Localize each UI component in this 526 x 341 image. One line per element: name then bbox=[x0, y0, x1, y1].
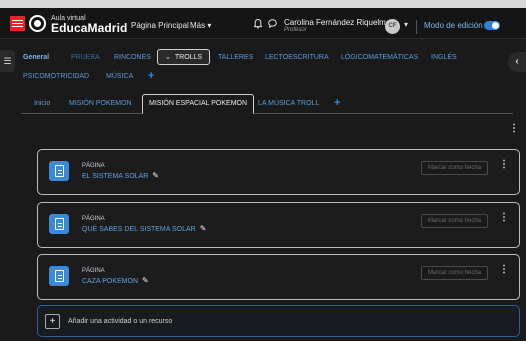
user-name[interactable]: Carolina Fernández Riquelme bbox=[284, 18, 390, 27]
page-icon[interactable] bbox=[49, 214, 69, 234]
tab-trolls[interactable]: ⌄ TROLLS bbox=[157, 49, 211, 65]
activity-title[interactable]: QUÉ SABES DEL SISTEMA SOLAR bbox=[82, 226, 196, 233]
user-role: Profesor bbox=[284, 27, 307, 33]
add-section-tab-button[interactable]: + bbox=[148, 70, 154, 82]
activity-kebab-icon[interactable]: ⋮ bbox=[499, 213, 509, 223]
nav-more-menu[interactable]: Más ▾ bbox=[190, 21, 211, 30]
pencil-icon[interactable]: ✎ bbox=[152, 171, 159, 180]
activity-title-link[interactable]: CAZA POKEMON ✎ bbox=[82, 276, 149, 285]
page-icon[interactable] bbox=[49, 266, 69, 286]
activity-kebab-icon[interactable]: ⋮ bbox=[499, 265, 509, 275]
tab-lectoescritura[interactable]: LECTOESCRITURA bbox=[265, 54, 329, 61]
activity-title[interactable]: CAZA POKEMON bbox=[82, 278, 138, 285]
navbar-divider bbox=[416, 20, 417, 34]
chevron-left-icon: ‹ bbox=[515, 56, 519, 67]
activity-kebab-icon[interactable]: ⋮ bbox=[499, 160, 509, 170]
menu-icon: ☰ bbox=[3, 56, 12, 66]
activity-card: PÁGINA EL SISTEMA SOLAR ✎ Marcar como hec… bbox=[37, 149, 520, 195]
browser-top-strip bbox=[0, 0, 526, 8]
section-kebab-icon[interactable]: ⋮ bbox=[509, 124, 519, 134]
activity-type: PÁGINA bbox=[82, 216, 105, 222]
community-madrid-logo[interactable] bbox=[10, 16, 25, 31]
top-navbar: Aula virtual EducaMadrid Página Principa… bbox=[0, 8, 526, 39]
add-subtab-button[interactable]: + bbox=[334, 97, 340, 109]
bell-icon[interactable] bbox=[253, 18, 263, 31]
add-activity-button[interactable]: + Añadir una actividad o un recurso bbox=[37, 305, 520, 337]
activity-type: PÁGINA bbox=[82, 163, 105, 169]
tab-trolls-label: TROLLS bbox=[174, 54, 203, 61]
activity-title[interactable]: EL SISTEMA SOLAR bbox=[82, 173, 148, 180]
tab-rincones[interactable]: RINCONES bbox=[114, 54, 151, 61]
subtab-inicio[interactable]: Inicio bbox=[34, 100, 50, 107]
mark-done-button[interactable]: Marcar como hecha bbox=[421, 266, 488, 280]
avatar[interactable]: CF bbox=[385, 19, 400, 34]
tab-talleres[interactable]: TALLERES bbox=[218, 54, 253, 61]
subtab-underline bbox=[21, 113, 513, 114]
edit-mode-toggle[interactable] bbox=[484, 21, 500, 30]
activity-title-link[interactable]: EL SISTEMA SOLAR ✎ bbox=[82, 171, 159, 180]
pencil-icon[interactable]: ✎ bbox=[142, 276, 149, 285]
chat-icon[interactable] bbox=[268, 19, 277, 30]
user-menu-chevron-down-icon[interactable]: ▾ bbox=[404, 20, 408, 29]
mark-done-button[interactable]: Marcar como hecha bbox=[421, 161, 488, 175]
nav-home-link[interactable]: Página Principal bbox=[131, 21, 189, 30]
tab-prueba[interactable]: PRUEBA bbox=[71, 54, 100, 61]
pencil-icon[interactable]: ✎ bbox=[200, 224, 207, 233]
activity-card: PÁGINA CAZA POKEMON ✎ Marcar como hecha ⋮ bbox=[37, 254, 520, 300]
tab-musica[interactable]: MÚSICA bbox=[106, 73, 133, 80]
course-index-toggle[interactable]: ☰ bbox=[0, 50, 15, 72]
page-icon[interactable] bbox=[49, 161, 69, 181]
subtab-mision-pokemon[interactable]: MISIÓN POKEMON bbox=[69, 100, 132, 107]
subtab-mision-espacial-pokemon[interactable]: MISIÓN ESPACIAL POKEMON bbox=[142, 94, 255, 114]
brand-title[interactable]: EducaMadrid bbox=[51, 21, 127, 35]
tab-psicomotricidad[interactable]: PSICOMOTRICIDAD bbox=[23, 73, 89, 80]
chevron-down-icon: ⌄ bbox=[165, 54, 171, 61]
activity-type: PÁGINA bbox=[82, 268, 105, 274]
tab-ingles[interactable]: INGLÉS bbox=[431, 54, 457, 61]
tab-logicomatematicas[interactable]: LÓGICOMATEMÁTICAS bbox=[341, 54, 418, 61]
mark-done-button[interactable]: Marcar como hecha bbox=[421, 214, 488, 228]
edit-mode-label: Modo de edición bbox=[424, 21, 483, 30]
subtab-la-musica-troll[interactable]: LA MÚSICA TROLL bbox=[258, 100, 319, 107]
educamadrid-logo-icon bbox=[29, 15, 46, 32]
activity-title-link[interactable]: QUÉ SABES DEL SISTEMA SOLAR ✎ bbox=[82, 224, 206, 233]
activity-card: PÁGINA QUÉ SABES DEL SISTEMA SOLAR ✎ Marc… bbox=[37, 202, 520, 248]
tab-general[interactable]: General bbox=[23, 54, 49, 61]
add-activity-label: Añadir una actividad o un recurso bbox=[68, 318, 173, 325]
block-drawer-toggle[interactable]: ‹ bbox=[508, 52, 526, 72]
plus-icon: + bbox=[45, 314, 60, 329]
